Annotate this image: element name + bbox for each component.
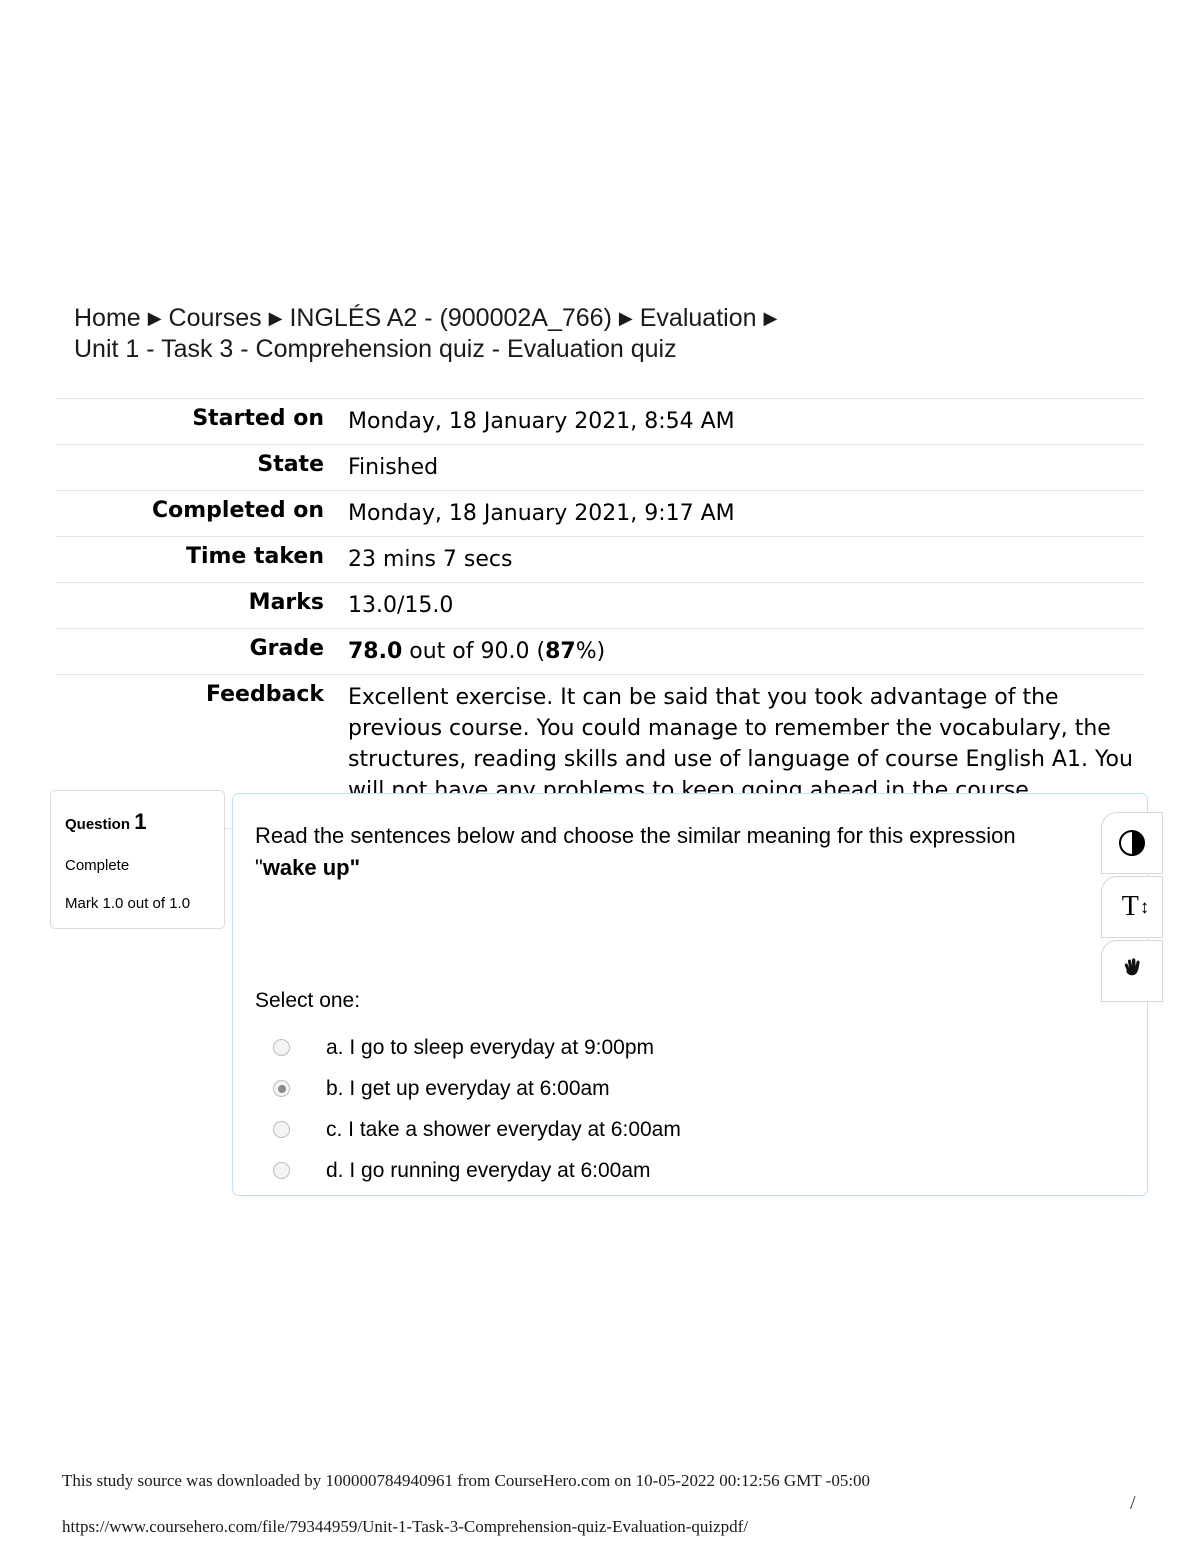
table-row: State Finished [56, 444, 1144, 491]
sign-language-button[interactable] [1101, 940, 1163, 1002]
radio-button-a[interactable] [273, 1039, 290, 1056]
breadcrumb-separator-icon: ▶ [268, 308, 283, 328]
accessibility-toolbar: T ↕ [1101, 812, 1163, 1004]
radio-button-b[interactable] [273, 1080, 290, 1097]
question-prompt-emphasis: wake up" [262, 855, 361, 880]
table-row: Started on Monday, 18 January 2021, 8:54… [56, 398, 1144, 445]
breadcrumb-item-home[interactable]: Home [74, 304, 141, 332]
question-mark: Mark 1.0 out of 1.0 [65, 895, 191, 912]
answer-label-b[interactable]: b. I get up everyday at 6:00am [326, 1077, 610, 1101]
answer-option-d[interactable]: d. I go running everyday at 6:00am [255, 1150, 1115, 1191]
page-mark: / [1130, 1492, 1136, 1514]
question-prompt: Read the sentences below and choose the … [255, 820, 1073, 884]
grade-score: 78.0 [348, 639, 403, 664]
summary-label-state: State [257, 452, 324, 477]
sign-language-icon [1118, 955, 1146, 988]
breadcrumb-item-courses[interactable]: Courses [169, 304, 262, 332]
answer-options: Select one: a. I go to sleep everyday at… [255, 989, 1115, 1191]
table-row: Grade 78.0 out of 90.0 (87%) [56, 628, 1144, 675]
quiz-summary-table: Started on Monday, 18 January 2021, 8:54… [56, 398, 1144, 829]
breadcrumb-separator-icon: ▶ [763, 308, 778, 328]
answer-option-b[interactable]: b. I get up everyday at 6:00am [255, 1068, 1115, 1109]
grade-middle: out of 90.0 ( [402, 639, 546, 664]
text-size-icon-letter: T [1121, 891, 1139, 922]
grade-percent: 87 [545, 639, 576, 664]
question-info-panel: Question 1 Complete Mark 1.0 out of 1.0 [50, 790, 225, 929]
summary-label-completed-on: Completed on [151, 498, 324, 523]
table-row: Time taken 23 mins 7 secs [56, 536, 1144, 583]
text-size-icon-arrows: ↕ [1139, 896, 1149, 918]
table-row: Marks 13.0/15.0 [56, 582, 1144, 629]
download-watermark: This study source was downloaded by 1000… [62, 1471, 871, 1490]
question-body: Read the sentences below and choose the … [232, 793, 1148, 1196]
source-url[interactable]: https://www.coursehero.com/file/79344959… [62, 1517, 748, 1537]
answer-option-c[interactable]: c. I take a shower everyday at 6:00am [255, 1109, 1115, 1150]
question-number: 1 [134, 809, 147, 834]
text-size-icon: T ↕ [1121, 891, 1150, 922]
summary-value-state: Finished [348, 455, 439, 480]
question-state: Complete [65, 857, 130, 874]
summary-value-started-on: Monday, 18 January 2021, 8:54 AM [348, 409, 735, 434]
question-block: Question 1 Complete Mark 1.0 out of 1.0 … [50, 790, 1160, 1210]
summary-value-grade: 78.0 out of 90.0 (87%) [336, 629, 1144, 675]
summary-label-time-taken: Time taken [185, 544, 324, 569]
breadcrumb-separator-icon: ▶ [618, 308, 633, 328]
answer-label-d[interactable]: d. I go running everyday at 6:00am [326, 1159, 651, 1183]
summary-label-marks: Marks [248, 590, 324, 615]
summary-label-grade: Grade [249, 636, 324, 661]
contrast-toggle-button[interactable] [1101, 812, 1163, 874]
contrast-icon [1119, 830, 1145, 856]
summary-label-started-on: Started on [192, 406, 324, 431]
question-prompt-text: Read the sentences below and choose the … [255, 823, 1016, 880]
breadcrumb: Home ▶ Courses ▶ INGLÉS A2 - (900002A_766) ▶ E… [74, 303, 1134, 365]
text-size-button[interactable]: T ↕ [1101, 876, 1163, 938]
select-one-label: Select one: [255, 989, 361, 1012]
answer-label-a[interactable]: a. I go to sleep everyday at 9:00pm [326, 1036, 654, 1060]
table-row: Completed on Monday, 18 January 2021, 9:… [56, 490, 1144, 537]
answer-label-c[interactable]: c. I take a shower everyday at 6:00am [326, 1118, 681, 1142]
radio-button-d[interactable] [273, 1162, 290, 1179]
breadcrumb-item-quiz[interactable]: Unit 1 - Task 3 - Comprehension quiz - E… [74, 335, 677, 363]
radio-button-c[interactable] [273, 1121, 290, 1138]
question-number-heading: Question 1 [65, 809, 210, 835]
breadcrumb-separator-icon: ▶ [147, 308, 162, 328]
summary-value-time-taken: 23 mins 7 secs [348, 547, 513, 572]
summary-value-marks: 13.0/15.0 [348, 593, 454, 618]
breadcrumb-item-course[interactable]: INGLÉS A2 - (900002A_766) [289, 304, 611, 332]
answer-option-a[interactable]: a. I go to sleep everyday at 9:00pm [255, 1027, 1115, 1068]
breadcrumb-item-evaluation[interactable]: Evaluation [640, 304, 757, 332]
question-label: Question [65, 816, 131, 833]
summary-value-completed-on: Monday, 18 January 2021, 9:17 AM [348, 501, 735, 526]
grade-suffix: %) [575, 639, 606, 664]
